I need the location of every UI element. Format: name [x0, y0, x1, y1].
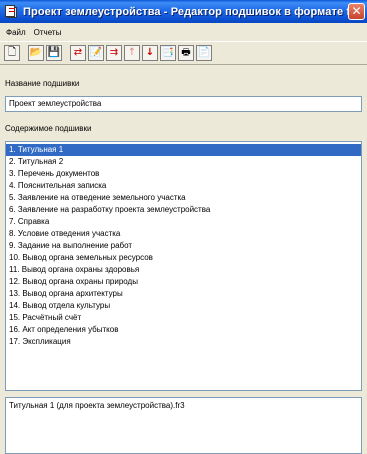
- arrow-up-icon: ↑: [127, 47, 137, 58]
- list-item[interactable]: 6. Заявление на разработку проекта земле…: [6, 204, 361, 216]
- list-item[interactable]: 14. Вывод отдела культуры: [6, 300, 361, 312]
- list-item[interactable]: 10. Вывод органа земельных ресурсов: [6, 252, 361, 264]
- list-item[interactable]: 4. Пояснительная записка: [6, 180, 361, 192]
- app-icon: [4, 5, 17, 18]
- item-details-field[interactable]: Титульная 1 (для проекта землеустройства…: [5, 397, 362, 454]
- open-button[interactable]: 📂: [28, 45, 44, 61]
- binder-content-list[interactable]: 1. Титульная 1 2. Титульная 2 3. Перечень …: [5, 141, 362, 391]
- list-item[interactable]: 9. Задание на выполнение работ: [6, 240, 361, 252]
- list-item[interactable]: 17. Экспликация: [6, 336, 361, 348]
- insert-item-button[interactable]: ⇉: [106, 45, 122, 61]
- open-icon: 📂: [29, 47, 43, 58]
- save-button[interactable]: 💾: [46, 45, 62, 61]
- list-item[interactable]: 5. Заявление на отведение земельного уча…: [6, 192, 361, 204]
- list-item[interactable]: 3. Перечень документов: [6, 168, 361, 180]
- export-button[interactable]: 📑: [160, 45, 176, 61]
- binder-name-label: Название подшивки: [5, 79, 80, 88]
- edit-item-button[interactable]: 📝: [88, 45, 104, 61]
- move-down-button[interactable]: ↓: [142, 45, 158, 61]
- list-item[interactable]: 7. Справка: [6, 216, 361, 228]
- window-title: Проект землеустройства - Редактор подшив…: [23, 5, 364, 18]
- list-item[interactable]: 8. Условие отведения участка: [6, 228, 361, 240]
- copy-button[interactable]: 📄: [196, 45, 212, 61]
- binder-name-field[interactable]: Проект землеустройства: [5, 96, 362, 112]
- export-icon: 📑: [161, 47, 175, 58]
- list-item[interactable]: 11. Вывод органа охраны здоровья: [6, 264, 361, 276]
- menu-reports[interactable]: Отчеты: [30, 28, 66, 37]
- menu-bar: Файл Отчеты: [0, 23, 367, 41]
- new-button[interactable]: 🗋: [4, 45, 20, 61]
- list-item[interactable]: 2. Титульная 2: [6, 156, 361, 168]
- list-item[interactable]: 15. Расчётный счёт: [6, 312, 361, 324]
- arrow-down-icon: ↓: [145, 47, 155, 58]
- edit-item-icon: 📝: [89, 47, 103, 58]
- insert-item-icon: ⇉: [109, 47, 119, 58]
- save-icon: 💾: [47, 47, 61, 58]
- binder-content-label: Содержимое подшивки: [5, 124, 92, 133]
- title-bar[interactable]: Проект землеустройства - Редактор подшив…: [0, 0, 367, 23]
- print-icon: 🖶: [181, 47, 191, 58]
- list-item[interactable]: 1. Титульная 1: [6, 144, 361, 156]
- list-item[interactable]: 13. Вывод органа архитектуры: [6, 288, 361, 300]
- move-up-button[interactable]: ↑: [124, 45, 140, 61]
- list-item[interactable]: 16. Акт определения убытков: [6, 324, 361, 336]
- close-button[interactable]: ✕: [348, 3, 365, 20]
- copy-icon: 📄: [197, 47, 211, 58]
- toolbar: 🗋 📂 💾 ⇄ 📝 ⇉ ↑ ↓ 📑 🖶 📄: [0, 41, 367, 65]
- add-item-button[interactable]: ⇄: [70, 45, 86, 61]
- add-item-icon: ⇄: [73, 47, 83, 58]
- list-item[interactable]: 12. Вывод органа охраны природы: [6, 276, 361, 288]
- print-button[interactable]: 🖶: [178, 45, 194, 61]
- menu-file[interactable]: Файл: [2, 28, 30, 37]
- new-icon: 🗋: [7, 47, 17, 58]
